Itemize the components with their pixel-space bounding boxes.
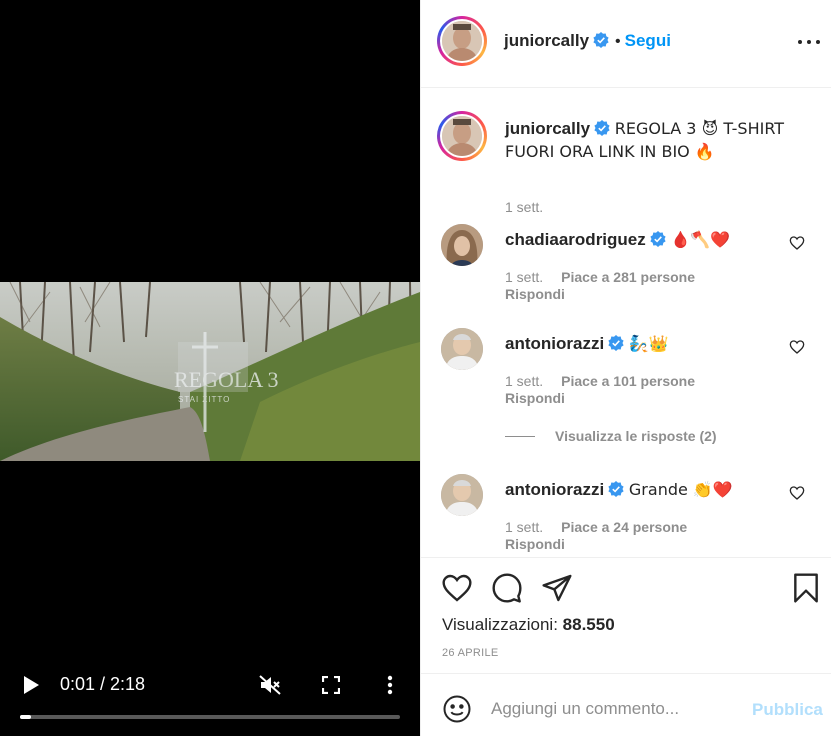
video-overlay-subtitle: STAI ZITTO bbox=[178, 395, 230, 404]
caption-timestamp[interactable]: 1 sett. bbox=[505, 199, 543, 215]
video-frame[interactable]: REGOLA 3 STAI ZITTO bbox=[0, 282, 420, 461]
play-icon[interactable] bbox=[18, 672, 44, 698]
video-progress-fill bbox=[20, 715, 32, 719]
views-label: Visualizzazioni: bbox=[442, 615, 558, 634]
video-progress-bar[interactable] bbox=[20, 715, 400, 719]
comment-text: Grande 👏❤️ bbox=[628, 480, 733, 499]
bookmark-icon[interactable] bbox=[791, 572, 823, 604]
verified-badge-icon bbox=[650, 231, 666, 247]
comment-timestamp[interactable]: 1 sett. bbox=[505, 269, 543, 285]
video-controls: 0:01 / 2:18 bbox=[0, 664, 420, 736]
post-header: juniorcally • Segui bbox=[421, 0, 831, 88]
verified-badge-icon bbox=[594, 119, 610, 136]
comment-username[interactable]: antoniorazzi bbox=[505, 480, 604, 499]
avatar[interactable] bbox=[441, 328, 483, 370]
header-username[interactable]: juniorcally bbox=[504, 31, 589, 50]
post-sidebar: juniorcally • Segui juniorcally REGOLA 3… bbox=[420, 0, 831, 736]
comment-username[interactable]: antoniorazzi bbox=[505, 334, 604, 353]
heart-icon[interactable] bbox=[789, 339, 805, 355]
reply-button[interactable]: Rispondi bbox=[505, 390, 565, 406]
avatar[interactable] bbox=[441, 224, 483, 266]
avatar[interactable] bbox=[437, 111, 487, 161]
view-replies-label: Visualizza le risposte (2) bbox=[555, 428, 717, 444]
post-date[interactable]: 26 APRILE bbox=[442, 647, 499, 659]
muted-speaker-icon[interactable] bbox=[256, 672, 284, 698]
comment-text: 🧞👑 bbox=[628, 334, 669, 353]
separator-dot: • bbox=[615, 33, 621, 50]
views-value: 88.550 bbox=[562, 615, 615, 634]
comment-timestamp[interactable]: 1 sett. bbox=[505, 373, 543, 389]
video-time: 0:01 / 2:18 bbox=[60, 674, 146, 694]
avatar[interactable] bbox=[441, 474, 483, 516]
comments-list[interactable]: juniorcally REGOLA 3 😈 T-SHIRT FUORI ORA… bbox=[421, 89, 831, 557]
heart-icon[interactable] bbox=[789, 235, 805, 251]
view-replies-button[interactable]: Visualizza le risposte (2) bbox=[505, 428, 717, 444]
view-count[interactable]: Visualizzazioni: 88.550 bbox=[442, 615, 615, 635]
comment-likes[interactable]: Piace a 101 persone bbox=[561, 373, 695, 389]
horizontal-dots-icon[interactable] bbox=[797, 32, 823, 52]
avatar[interactable] bbox=[437, 16, 487, 66]
caption-username[interactable]: juniorcally bbox=[505, 119, 590, 138]
replies-divider bbox=[505, 435, 535, 437]
verified-badge-icon bbox=[608, 481, 624, 497]
comment-bubble-icon[interactable] bbox=[491, 572, 523, 604]
publish-button[interactable]: Pubblica bbox=[752, 700, 823, 720]
verified-badge-icon bbox=[593, 32, 609, 48]
comment-username[interactable]: chadiaarodriguez bbox=[505, 230, 646, 249]
heart-icon[interactable] bbox=[789, 485, 805, 501]
comment-composer: Pubblica bbox=[421, 673, 831, 736]
video-overlay-title: REGOLA 3 bbox=[174, 367, 279, 392]
reply-button[interactable]: Rispondi bbox=[505, 286, 565, 302]
heart-icon[interactable] bbox=[441, 572, 473, 604]
verified-badge-icon bbox=[608, 335, 624, 351]
comment-text: 🩸🪓❤️ bbox=[670, 230, 731, 249]
paper-plane-icon[interactable] bbox=[541, 572, 573, 604]
reply-button[interactable]: Rispondi bbox=[505, 536, 565, 552]
post-actions: Visualizzazioni: 88.550 26 APRILE bbox=[421, 557, 831, 673]
fullscreen-icon[interactable] bbox=[318, 672, 344, 698]
video-player[interactable]: REGOLA 3 STAI ZITTO 0:01 / 2:18 bbox=[0, 0, 420, 736]
comment-likes[interactable]: Piace a 281 persone bbox=[561, 269, 695, 285]
comment-likes[interactable]: Piace a 24 persone bbox=[561, 519, 687, 535]
comment-input[interactable] bbox=[491, 692, 731, 726]
comment-timestamp[interactable]: 1 sett. bbox=[505, 519, 543, 535]
follow-button[interactable]: Segui bbox=[625, 31, 671, 50]
smiley-icon[interactable] bbox=[442, 694, 472, 724]
vertical-dots-icon[interactable] bbox=[378, 672, 402, 698]
